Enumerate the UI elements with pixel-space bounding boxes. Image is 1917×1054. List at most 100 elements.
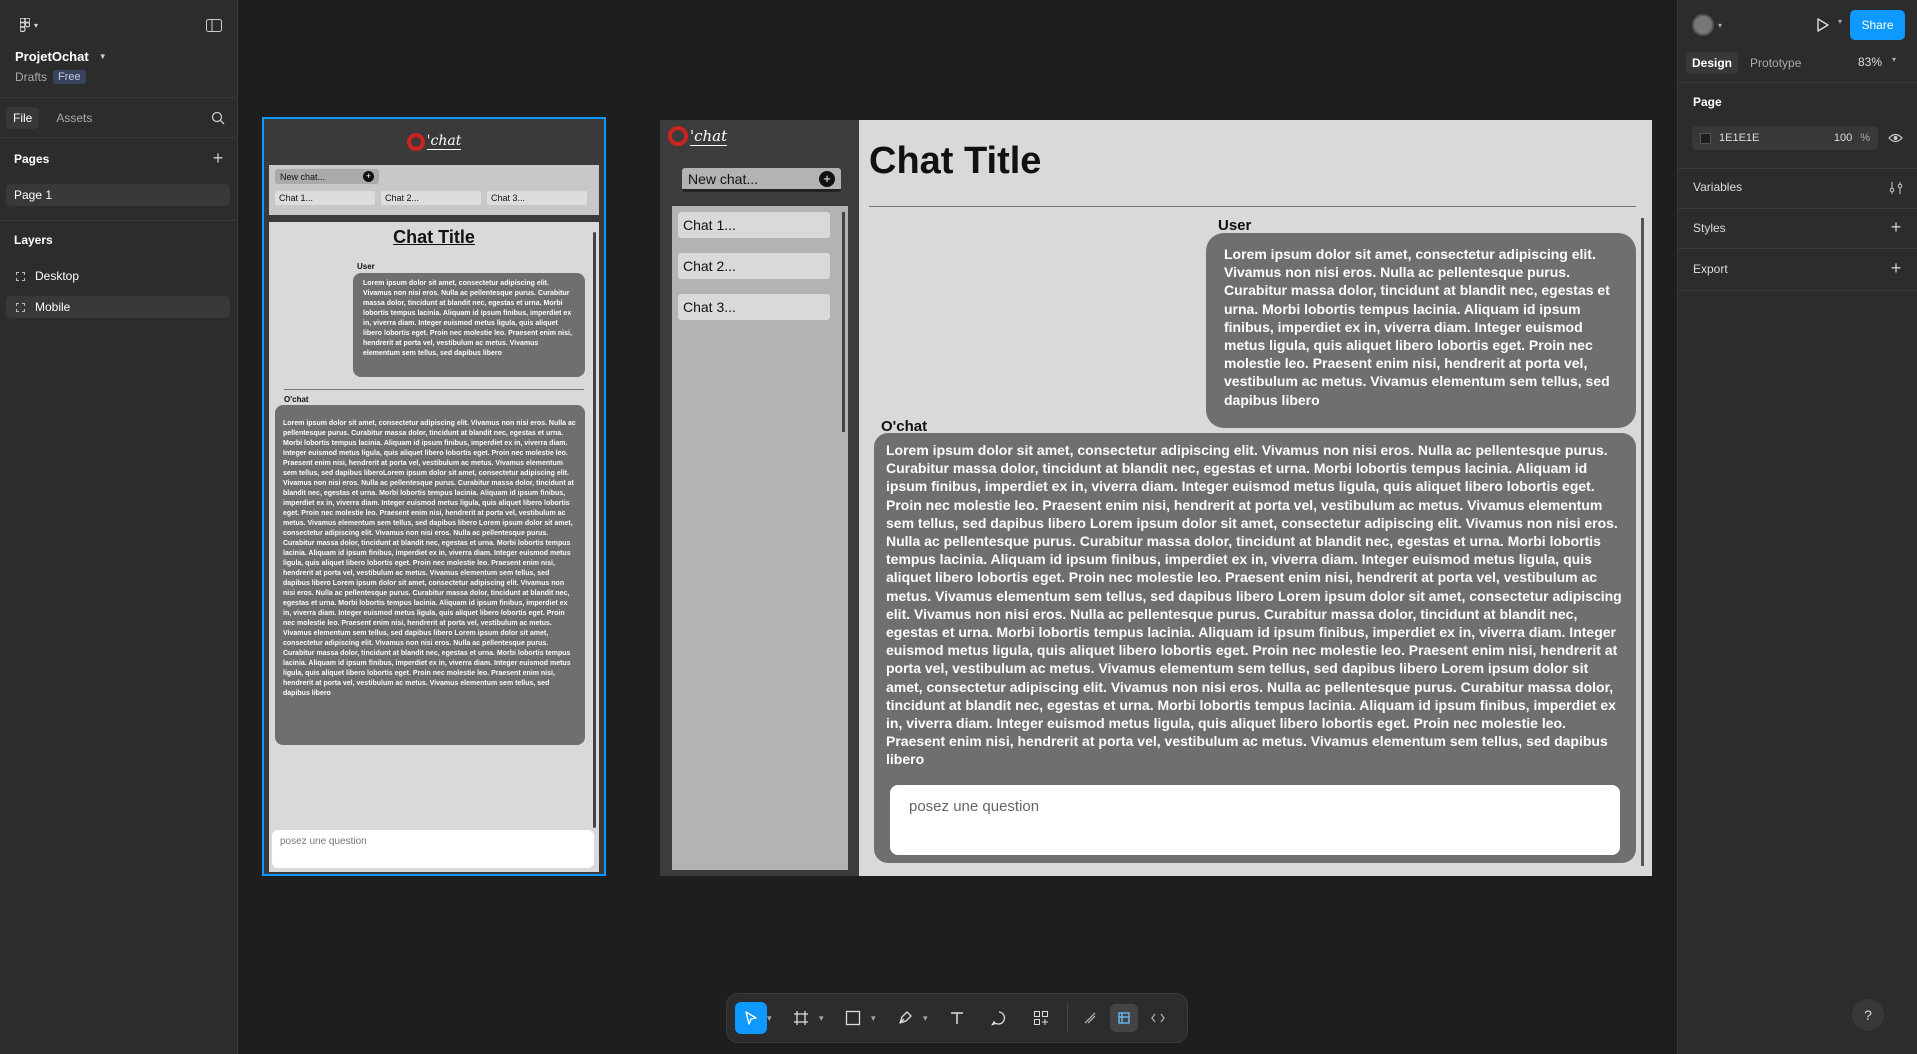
design-mode-icon: [1118, 1012, 1130, 1024]
chevron-down-icon: ▾: [1718, 20, 1723, 30]
chevron-down-icon: ▾: [1892, 55, 1897, 64]
help-button[interactable]: ?: [1852, 999, 1884, 1031]
page-background-row[interactable]: 1E1E1E 100 %: [1692, 126, 1878, 150]
question-placeholder: posez une question: [280, 836, 367, 847]
toolbar-divider: [1067, 1003, 1068, 1033]
add-icon: +: [819, 170, 835, 187]
mobile-chat-list: New chat... + Chat 1... Chat 2... Chat 3…: [269, 165, 599, 215]
logo-text: 'chat: [426, 133, 462, 150]
search-icon[interactable]: [209, 109, 227, 127]
page-section-heading: Page: [1693, 95, 1722, 109]
tab-assets[interactable]: Assets: [49, 107, 99, 129]
new-chat-button[interactable]: New chat... +: [682, 168, 841, 192]
opacity-value: 100: [1833, 132, 1853, 144]
new-chat-button[interactable]: New chat... +: [275, 169, 379, 184]
page-item-page-1[interactable]: Page 1: [6, 184, 230, 206]
variables-heading: Variables: [1693, 180, 1743, 194]
tab-prototype[interactable]: Prototype: [1744, 52, 1807, 74]
ochat-logo: 'chat: [406, 132, 462, 151]
user-message: Lorem ipsum dolor sit amet, consectetur …: [1206, 233, 1636, 428]
chevron-down-icon[interactable]: ▾: [1838, 17, 1842, 26]
text-icon: [951, 1012, 963, 1024]
add-export-icon[interactable]: +: [1888, 258, 1904, 278]
logo-o-icon: [406, 132, 425, 151]
add-style-icon[interactable]: +: [1888, 217, 1904, 237]
drafts-label[interactable]: Drafts: [15, 70, 47, 84]
scrollbar[interactable]: [1641, 218, 1644, 866]
chat-item[interactable]: Chat 3...: [678, 294, 830, 320]
cursor-icon: [745, 1011, 757, 1025]
right-panel: ▾ ▾ Share Design Prototype 83% ▾ Page 1E…: [1677, 0, 1917, 1054]
bot-message: Lorem ipsum dolor sit amet, consectetur …: [275, 405, 585, 745]
components-icon: [1034, 1011, 1048, 1025]
color-hex: 1E1E1E: [1719, 132, 1760, 144]
text-tool-button[interactable]: [939, 1000, 975, 1036]
comment-tool-button[interactable]: [981, 1000, 1017, 1036]
question-input[interactable]: posez une question: [890, 785, 1620, 855]
scrollbar[interactable]: [842, 212, 845, 432]
chevron-down-icon[interactable]: ▾: [871, 1013, 881, 1024]
pen-icon: [899, 1011, 912, 1024]
desktop-frame[interactable]: 'chat New chat... + Chat 1... Chat 2... …: [660, 120, 1652, 876]
zoom-control[interactable]: 83% ▾: [1858, 55, 1896, 69]
actions-button[interactable]: [1023, 1000, 1059, 1036]
color-swatch: [1700, 132, 1711, 144]
mobile-frame[interactable]: 'chat New chat... + Chat 1... Chat 2... …: [262, 117, 606, 876]
mobile-header: 'chat: [264, 119, 604, 164]
frame-tool-button[interactable]: [783, 1000, 819, 1036]
chat-item[interactable]: Chat 1...: [678, 212, 830, 238]
move-tool-button[interactable]: [735, 1002, 767, 1034]
chat-item[interactable]: Chat 2...: [381, 191, 481, 205]
percent-sign: %: [1860, 132, 1870, 144]
project-name: ProjetOchat: [15, 49, 89, 64]
eye-icon[interactable]: [1886, 130, 1904, 146]
share-button[interactable]: Share: [1850, 10, 1905, 40]
chevron-down-icon: ▼: [98, 52, 107, 61]
layer-item-desktop[interactable]: Desktop: [6, 265, 230, 287]
design-mode-button[interactable]: [1110, 1004, 1138, 1032]
chat-title: Chat Title: [869, 140, 1042, 182]
chevron-down-icon[interactable]: ▾: [767, 1013, 777, 1024]
question-placeholder: posez une question: [909, 798, 1040, 815]
chat-item[interactable]: Chat 2...: [678, 253, 830, 279]
frame-icon: [794, 1011, 808, 1025]
chevron-down-icon[interactable]: ▾: [923, 1013, 933, 1024]
share-label: Share: [1861, 18, 1894, 32]
dev-mode-button[interactable]: [1144, 1000, 1172, 1036]
scrollbar[interactable]: [593, 232, 596, 828]
shape-tool-button[interactable]: [835, 1000, 871, 1036]
code-icon: [1151, 1013, 1165, 1023]
tab-design[interactable]: Design: [1686, 52, 1739, 74]
desktop-chat-list: Chat 1... Chat 2... Chat 3...: [672, 206, 848, 870]
divider: [284, 389, 584, 390]
present-icon[interactable]: [1811, 14, 1835, 36]
page-item-label: Page 1: [14, 188, 53, 202]
chevron-down-icon[interactable]: ▾: [819, 1013, 829, 1024]
avatar[interactable]: ▾: [1692, 14, 1722, 36]
figma-menu-icon[interactable]: ▾: [14, 15, 44, 35]
bottom-toolbar: ▾ ▾ ▾ ▾: [726, 993, 1188, 1043]
layers-heading: Layers: [14, 233, 53, 247]
draw-mode-button[interactable]: [1076, 1000, 1104, 1036]
user-message: Lorem ipsum dolor sit amet, consectetur …: [353, 273, 585, 377]
question-input[interactable]: posez une question: [272, 830, 594, 868]
pages-heading: Pages: [14, 152, 50, 166]
add-page-icon[interactable]: +: [209, 148, 227, 168]
chat-item[interactable]: Chat 1...: [275, 191, 375, 205]
project-title[interactable]: ProjetOchat ▼: [15, 49, 107, 64]
layer-label: Mobile: [35, 300, 71, 314]
pen-tool-button[interactable]: [887, 1000, 923, 1036]
layer-item-mobile[interactable]: Mobile: [6, 296, 230, 318]
rectangle-icon: [845, 1010, 861, 1026]
chat-item[interactable]: Chat 3...: [487, 191, 587, 205]
sidebar-toggle-icon[interactable]: [204, 16, 224, 34]
mobile-chat-area: Chat Title User Lorem ipsum dolor sit am…: [269, 222, 599, 872]
new-chat-label: New chat...: [688, 170, 759, 187]
variables-icon[interactable]: [1888, 180, 1904, 196]
plan-badge: Free: [53, 70, 86, 84]
frame-icon: [16, 271, 25, 281]
divider: [869, 206, 1636, 207]
tab-file[interactable]: File: [6, 107, 40, 129]
export-heading: Export: [1693, 262, 1728, 276]
logo-o-icon: [668, 126, 688, 146]
